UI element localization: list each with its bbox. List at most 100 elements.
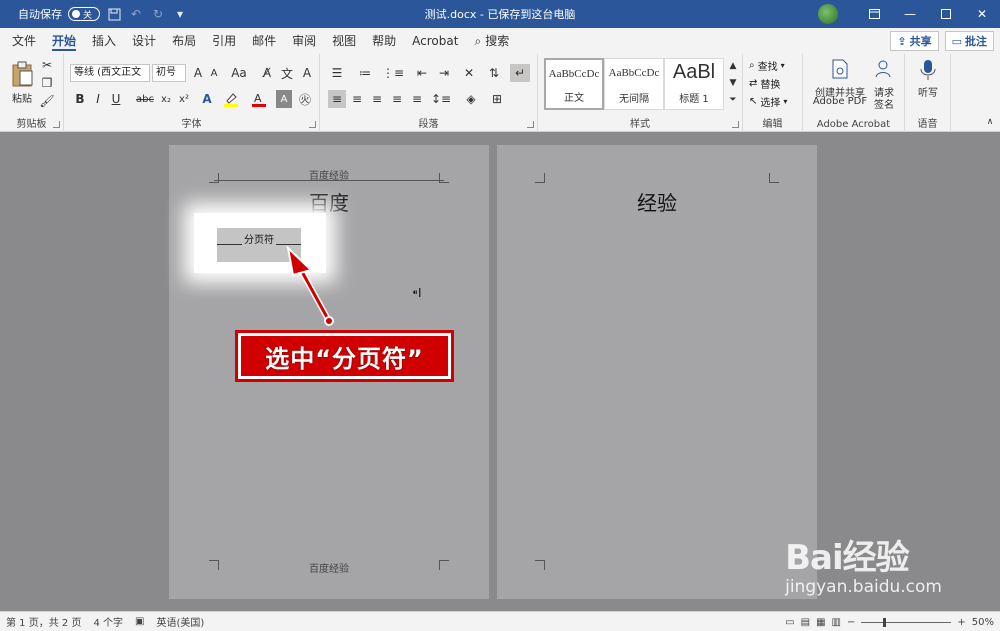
styles-scroll-up-icon[interactable]: ▲ <box>726 58 740 74</box>
microphone-icon[interactable] <box>917 58 939 82</box>
enclose-characters-icon[interactable]: ㊋ <box>296 90 314 108</box>
strikethrough-icon[interactable]: abc <box>136 90 154 108</box>
grow-font-icon[interactable]: A <box>190 64 206 82</box>
superscript-icon[interactable]: x² <box>176 90 192 108</box>
request-signature-label-2[interactable]: 签名 <box>869 96 899 111</box>
font-launcher[interactable] <box>309 121 316 128</box>
tab-home[interactable]: 开始 <box>44 28 84 54</box>
font-name-combo[interactable]: 等线 (西文正文 <box>70 64 150 82</box>
tab-layout[interactable]: 布局 <box>164 28 204 54</box>
read-mode-icon[interactable]: ▤ <box>801 617 810 628</box>
tell-me-search[interactable]: ⌕ 搜索 <box>466 28 517 54</box>
tab-acrobat[interactable]: Acrobat <box>404 28 466 54</box>
paragraph-launcher[interactable] <box>527 121 534 128</box>
style-no-spacing[interactable]: AaBbCcDc 无间隔 <box>604 58 664 110</box>
create-pdf-label-2[interactable]: Adobe PDF <box>809 96 871 107</box>
undo-icon[interactable]: ↶ <box>128 6 144 22</box>
zoom-slider-thumb[interactable] <box>883 617 887 627</box>
font-color-icon[interactable]: A <box>250 90 268 108</box>
request-signature-icon[interactable] <box>873 58 895 80</box>
page-2-heading[interactable]: 经验 <box>497 187 817 216</box>
replace-button[interactable]: ⇄ 替换 <box>749 76 780 91</box>
page-1-footer[interactable]: 百度经验 <box>169 560 489 575</box>
autosave-toggle[interactable]: 关 <box>68 7 100 21</box>
distributed-icon[interactable]: ≡ <box>408 90 426 108</box>
style-heading-1[interactable]: AaBl 标题 1 <box>664 58 724 110</box>
find-button[interactable]: ⌕ 查找 ▾ <box>749 58 785 73</box>
customize-toolbar-icon[interactable]: ▾ <box>172 6 188 22</box>
tab-mailings[interactable]: 邮件 <box>244 28 284 54</box>
borders-icon[interactable]: ⊞ <box>486 90 508 108</box>
zoom-in-icon[interactable]: + <box>957 617 965 628</box>
language[interactable]: 英语(美国) <box>150 614 210 629</box>
subscript-icon[interactable]: x₂ <box>158 90 174 108</box>
justify-icon[interactable]: ≡ <box>388 90 406 108</box>
redo-icon[interactable]: ↻ <box>150 6 166 22</box>
proofing-icon[interactable]: ▣ <box>129 616 150 627</box>
tab-view[interactable]: 视图 <box>324 28 364 54</box>
web-layout-icon[interactable]: ▥ <box>832 617 841 628</box>
minimize-icon[interactable]: — <box>892 0 928 28</box>
character-shading-icon[interactable]: A <box>276 90 292 108</box>
shading-icon[interactable]: ◈ <box>460 90 482 108</box>
change-case-icon[interactable]: Aa <box>228 64 250 82</box>
page-count[interactable]: 第 1 页，共 2 页 <box>0 614 87 629</box>
format-painter-icon[interactable]: 🖌 <box>39 94 54 108</box>
create-pdf-icon[interactable] <box>829 58 851 80</box>
clipboard-launcher[interactable] <box>53 121 60 128</box>
dictate-label[interactable]: 听写 <box>911 84 945 99</box>
word-count[interactable]: 4 个字 <box>87 614 129 629</box>
increase-indent-icon[interactable]: ⇥ <box>434 64 454 82</box>
tab-help[interactable]: 帮助 <box>364 28 404 54</box>
page-2[interactable]: 经验 <box>497 145 817 599</box>
zoom-level[interactable]: 50% <box>972 617 994 628</box>
phonetic-guide-icon[interactable]: 文 <box>278 64 296 82</box>
styles-scroll-down-icon[interactable]: ▼ <box>726 75 740 91</box>
decrease-indent-icon[interactable]: ⇤ <box>412 64 432 82</box>
focus-mode-icon[interactable]: ▭ <box>785 617 794 628</box>
style-normal[interactable]: AaBbCcDc 正文 <box>544 58 604 110</box>
asian-layout-icon[interactable]: ✕ <box>458 64 480 82</box>
zoom-slider[interactable] <box>861 617 952 627</box>
collapse-ribbon-icon[interactable]: ∧ <box>984 116 996 128</box>
ribbon-display-icon[interactable] <box>856 0 892 28</box>
styles-more-icon[interactable]: ⏷ <box>726 92 740 108</box>
multilevel-list-icon[interactable]: ⋮≡ <box>382 64 404 82</box>
align-center-icon[interactable]: ≡ <box>348 90 366 108</box>
sort-icon[interactable]: ⇅ <box>484 64 504 82</box>
text-effects-icon[interactable]: A <box>198 90 216 108</box>
paste-icon[interactable] <box>10 60 34 88</box>
tab-insert[interactable]: 插入 <box>84 28 124 54</box>
line-spacing-icon[interactable]: ↕≡ <box>430 90 452 108</box>
tab-review[interactable]: 审阅 <box>284 28 324 54</box>
show-hide-marks-icon[interactable]: ↵ <box>510 64 530 82</box>
underline-icon[interactable]: U <box>108 90 124 108</box>
save-icon[interactable] <box>106 6 122 22</box>
character-border-icon[interactable]: A <box>298 64 316 82</box>
select-button[interactable]: ↖ 选择 ▾ <box>749 94 787 109</box>
cut-icon[interactable]: ✂ <box>40 58 54 72</box>
paste-button-label[interactable]: 粘贴 <box>8 90 36 105</box>
font-size-combo[interactable]: 初号 <box>152 64 186 82</box>
share-button[interactable]: ⇪ 共享 <box>890 31 939 51</box>
close-icon[interactable]: ✕ <box>964 0 1000 28</box>
shrink-font-icon[interactable]: A <box>206 64 222 82</box>
bullets-icon[interactable]: ☰ <box>326 64 348 82</box>
page-1-heading[interactable]: 百度 <box>169 187 489 216</box>
print-layout-icon[interactable]: ▦ <box>816 617 825 628</box>
page-break-marker[interactable]: 分页符 <box>217 231 301 246</box>
highlight-icon[interactable] <box>222 90 240 108</box>
zoom-out-icon[interactable]: − <box>847 617 855 628</box>
tab-design[interactable]: 设计 <box>124 28 164 54</box>
bold-icon[interactable]: B <box>72 90 88 108</box>
styles-launcher[interactable] <box>732 121 739 128</box>
clear-formatting-icon[interactable]: A̸ <box>258 64 276 82</box>
tab-file[interactable]: 文件 <box>4 28 44 54</box>
maximize-icon[interactable] <box>928 0 964 28</box>
copy-icon[interactable]: ❐ <box>40 76 54 90</box>
italic-icon[interactable]: I <box>90 90 106 108</box>
tab-references[interactable]: 引用 <box>204 28 244 54</box>
numbering-icon[interactable]: ≔ <box>354 64 376 82</box>
comments-button[interactable]: ▭ 批注 <box>944 31 994 51</box>
align-left-icon[interactable]: ≡ <box>328 90 346 108</box>
